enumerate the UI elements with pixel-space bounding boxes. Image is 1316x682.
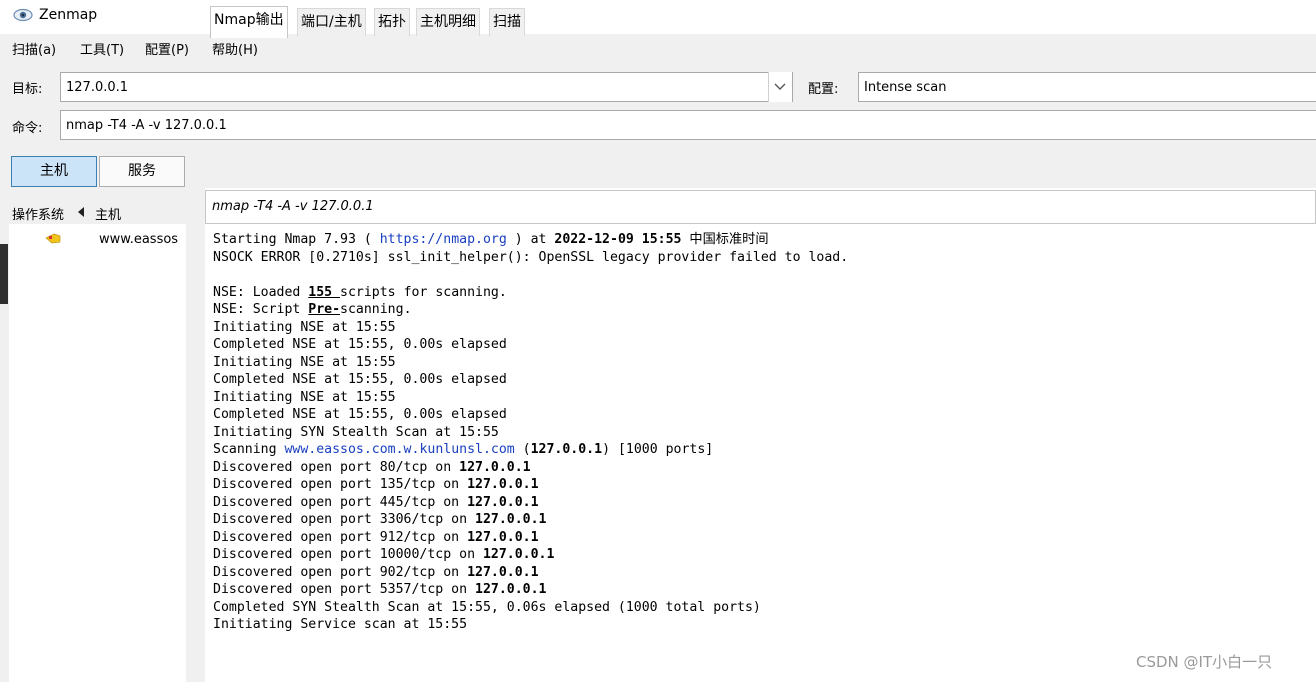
- nmap-output-text[interactable]: Starting Nmap 7.93 ( https://nmap.org ) …: [213, 231, 848, 634]
- host-list: www.eassos: [9, 224, 186, 682]
- chevron-down-icon: [774, 83, 786, 90]
- tab-strip: [205, 150, 1316, 188]
- watermark: CSDN @IT小白一只: [1136, 653, 1273, 671]
- menu-profile[interactable]: 配置(P): [145, 39, 189, 58]
- window-edge: [0, 244, 8, 304]
- list-item[interactable]: www.eassos: [9, 228, 186, 250]
- tab-ports-hosts[interactable]: 端口/主机: [297, 8, 366, 36]
- menu-tools[interactable]: 工具(T): [80, 39, 124, 58]
- services-button[interactable]: 服务: [99, 156, 185, 187]
- menu-help[interactable]: 帮助(H): [212, 39, 258, 58]
- window-title: Zenmap: [39, 7, 98, 23]
- tab-nmap-output[interactable]: Nmap输出: [210, 6, 288, 38]
- command-input[interactable]: nmap -T4 -A -v 127.0.0.1: [60, 110, 1316, 140]
- target-dropdown-button[interactable]: [768, 72, 792, 102]
- target-label: 目标:: [12, 82, 43, 97]
- menu-bar: 扫描(a) 工具(T) 配置(P) 帮助(H): [0, 34, 1316, 62]
- column-host[interactable]: 主机: [95, 204, 121, 223]
- nmap-link[interactable]: https://nmap.org: [380, 232, 507, 247]
- tab-host-details[interactable]: 主机明细: [416, 8, 480, 36]
- host-os-icon: [45, 233, 61, 244]
- profile-select[interactable]: Intense scan: [858, 72, 1316, 102]
- output-command-display[interactable]: nmap -T4 -A -v 127.0.0.1: [205, 190, 1316, 224]
- hosts-button[interactable]: 主机: [11, 156, 97, 187]
- column-os[interactable]: 操作系统: [12, 204, 64, 223]
- profile-label: 配置:: [808, 82, 839, 97]
- target-input[interactable]: 127.0.0.1: [60, 72, 793, 102]
- menu-scan[interactable]: 扫描(a): [12, 39, 56, 58]
- title-bar: Zenmap: [0, 0, 1316, 34]
- command-label: 命令:: [12, 121, 43, 136]
- tab-scans[interactable]: 扫描: [489, 8, 525, 36]
- host-list-header: 操作系统 主机: [9, 200, 186, 224]
- sort-arrow-icon: [78, 207, 84, 217]
- tab-topology[interactable]: 拓扑: [374, 8, 410, 36]
- eye-icon: [13, 8, 33, 22]
- host-name: www.eassos: [99, 232, 179, 247]
- host-link[interactable]: www.eassos.com.w.kunlunsl.com: [284, 442, 514, 457]
